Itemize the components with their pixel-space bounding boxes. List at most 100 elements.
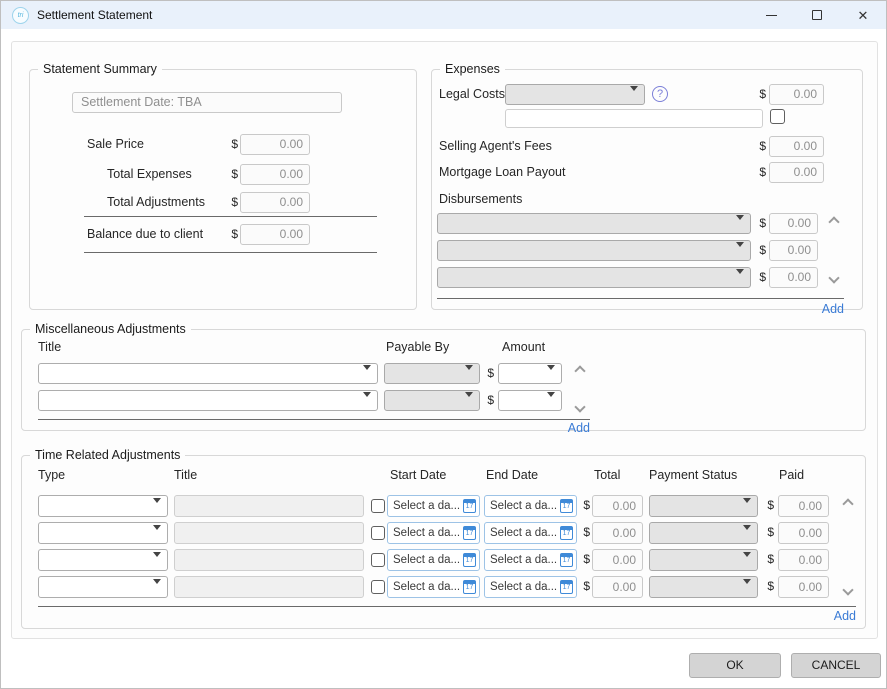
disbursement-currency: $ [754, 267, 766, 288]
payment-status-select[interactable] [649, 549, 758, 571]
start-date-placeholder: Select a da... [393, 500, 463, 512]
dropdown-arrow-icon [465, 370, 474, 388]
paid-amount-field[interactable]: 0.00 [778, 576, 829, 598]
type-select[interactable] [38, 495, 168, 517]
misc-add-link[interactable]: Add [540, 421, 590, 435]
settlement-date-field[interactable]: Settlement Date: TBA [72, 92, 342, 113]
time-title-input[interactable] [174, 549, 364, 571]
minimize-button[interactable] [748, 1, 794, 29]
total-adjustments-field[interactable]: 0.00 [240, 192, 310, 213]
balance-due-field[interactable]: 0.00 [240, 224, 310, 245]
time-row-checkbox[interactable] [371, 526, 385, 540]
time-row-checkbox[interactable] [371, 580, 385, 594]
calendar-icon[interactable]: 17 [463, 526, 476, 540]
end-date-picker[interactable]: Select a da...17 [484, 549, 577, 571]
time-title-input[interactable] [174, 576, 364, 598]
start-date-picker[interactable]: Select a da...17 [387, 576, 480, 598]
legal-costs-select[interactable] [505, 84, 645, 105]
sale-price-field[interactable]: 0.00 [240, 134, 310, 155]
total-amount-field[interactable]: 0.00 [592, 495, 643, 517]
scroll-down-icon[interactable] [842, 584, 853, 595]
time-row-checkbox[interactable] [371, 553, 385, 567]
paid-currency: $ [762, 576, 774, 597]
dropdown-arrow-icon [630, 91, 639, 109]
time-payment-status-header: Payment Status [649, 468, 737, 482]
start-date-picker[interactable]: Select a da...17 [387, 522, 480, 544]
end-date-picker[interactable]: Select a da...17 [484, 576, 577, 598]
calendar-icon[interactable]: 17 [560, 499, 573, 513]
misc-amount-select[interactable] [498, 390, 562, 411]
end-date-picker[interactable]: Select a da...17 [484, 495, 577, 517]
scroll-up-icon[interactable] [842, 498, 853, 509]
scroll-down-icon[interactable] [828, 272, 839, 283]
calendar-icon[interactable]: 17 [560, 553, 573, 567]
statement-summary-group: Statement Summary Settlement Date: TBA S… [29, 69, 417, 310]
disbursement-select[interactable] [437, 240, 751, 261]
payment-status-select[interactable] [649, 576, 758, 598]
calendar-icon[interactable]: 17 [560, 580, 573, 594]
misc-payable-by-header: Payable By [386, 340, 449, 354]
payable-by-select[interactable] [384, 363, 480, 384]
scroll-down-icon[interactable] [574, 401, 585, 412]
type-select[interactable] [38, 522, 168, 544]
maximize-button[interactable] [794, 1, 840, 29]
misc-amount-select[interactable] [498, 363, 562, 384]
summary-separator-top [84, 216, 377, 217]
total-adjustments-label: Total Adjustments [107, 192, 205, 213]
total-adjustments-currency: $ [226, 192, 238, 213]
help-icon[interactable]: ? [652, 86, 668, 102]
time-row-checkbox[interactable] [371, 499, 385, 513]
end-date-placeholder: Select a da... [490, 581, 560, 593]
legal-costs-amount-field[interactable]: 0.00 [769, 84, 824, 105]
end-date-picker[interactable]: Select a da...17 [484, 522, 577, 544]
calendar-icon[interactable]: 17 [560, 526, 573, 540]
selling-agents-fees-currency: $ [754, 136, 766, 157]
total-amount-field[interactable]: 0.00 [592, 576, 643, 598]
paid-amount-field[interactable]: 0.00 [778, 495, 829, 517]
start-date-picker[interactable]: Select a da...17 [387, 495, 480, 517]
paid-amount-field[interactable]: 0.00 [778, 522, 829, 544]
selling-agents-fees-amount-field[interactable]: 0.00 [769, 136, 824, 157]
end-date-placeholder: Select a da... [490, 554, 560, 566]
time-title-input[interactable] [174, 522, 364, 544]
misc-title-select[interactable] [38, 390, 378, 411]
disbursement-select[interactable] [437, 213, 751, 234]
window-controls: ✕ [748, 1, 886, 29]
disbursements-add-link[interactable]: Add [794, 302, 844, 316]
type-select[interactable] [38, 576, 168, 598]
payable-by-select[interactable] [384, 390, 480, 411]
misc-title-select[interactable] [38, 363, 378, 384]
total-amount-field[interactable]: 0.00 [592, 549, 643, 571]
disbursement-select[interactable] [437, 267, 751, 288]
disbursement-amount-field[interactable]: 0.00 [769, 213, 818, 234]
scroll-up-icon[interactable] [828, 216, 839, 227]
disbursement-amount-field[interactable]: 0.00 [769, 240, 818, 261]
end-date-placeholder: Select a da... [490, 500, 560, 512]
payment-status-select[interactable] [649, 495, 758, 517]
total-amount-field[interactable]: 0.00 [592, 522, 643, 544]
minimize-icon [766, 15, 777, 16]
time-end-date-header: End Date [486, 468, 538, 482]
ok-button[interactable]: OK [689, 653, 781, 678]
start-date-placeholder: Select a da... [393, 581, 463, 593]
type-select[interactable] [38, 549, 168, 571]
mortgage-loan-payout-amount-field[interactable]: 0.00 [769, 162, 824, 183]
scroll-up-icon[interactable] [574, 365, 585, 376]
time-add-link[interactable]: Add [806, 609, 856, 623]
start-date-placeholder: Select a da... [393, 527, 463, 539]
payment-status-select[interactable] [649, 522, 758, 544]
total-expenses-currency: $ [226, 164, 238, 185]
legal-costs-description-input[interactable] [505, 109, 763, 128]
sale-price-currency: $ [226, 134, 238, 155]
cancel-button[interactable]: CANCEL [791, 653, 881, 678]
paid-amount-field[interactable]: 0.00 [778, 549, 829, 571]
calendar-icon[interactable]: 17 [463, 580, 476, 594]
close-button[interactable]: ✕ [840, 1, 886, 29]
calendar-icon[interactable]: 17 [463, 499, 476, 513]
calendar-icon[interactable]: 17 [463, 553, 476, 567]
time-title-input[interactable] [174, 495, 364, 517]
total-expenses-field[interactable]: 0.00 [240, 164, 310, 185]
disbursement-amount-field[interactable]: 0.00 [769, 267, 818, 288]
start-date-picker[interactable]: Select a da...17 [387, 549, 480, 571]
legal-costs-checkbox[interactable] [770, 109, 785, 124]
